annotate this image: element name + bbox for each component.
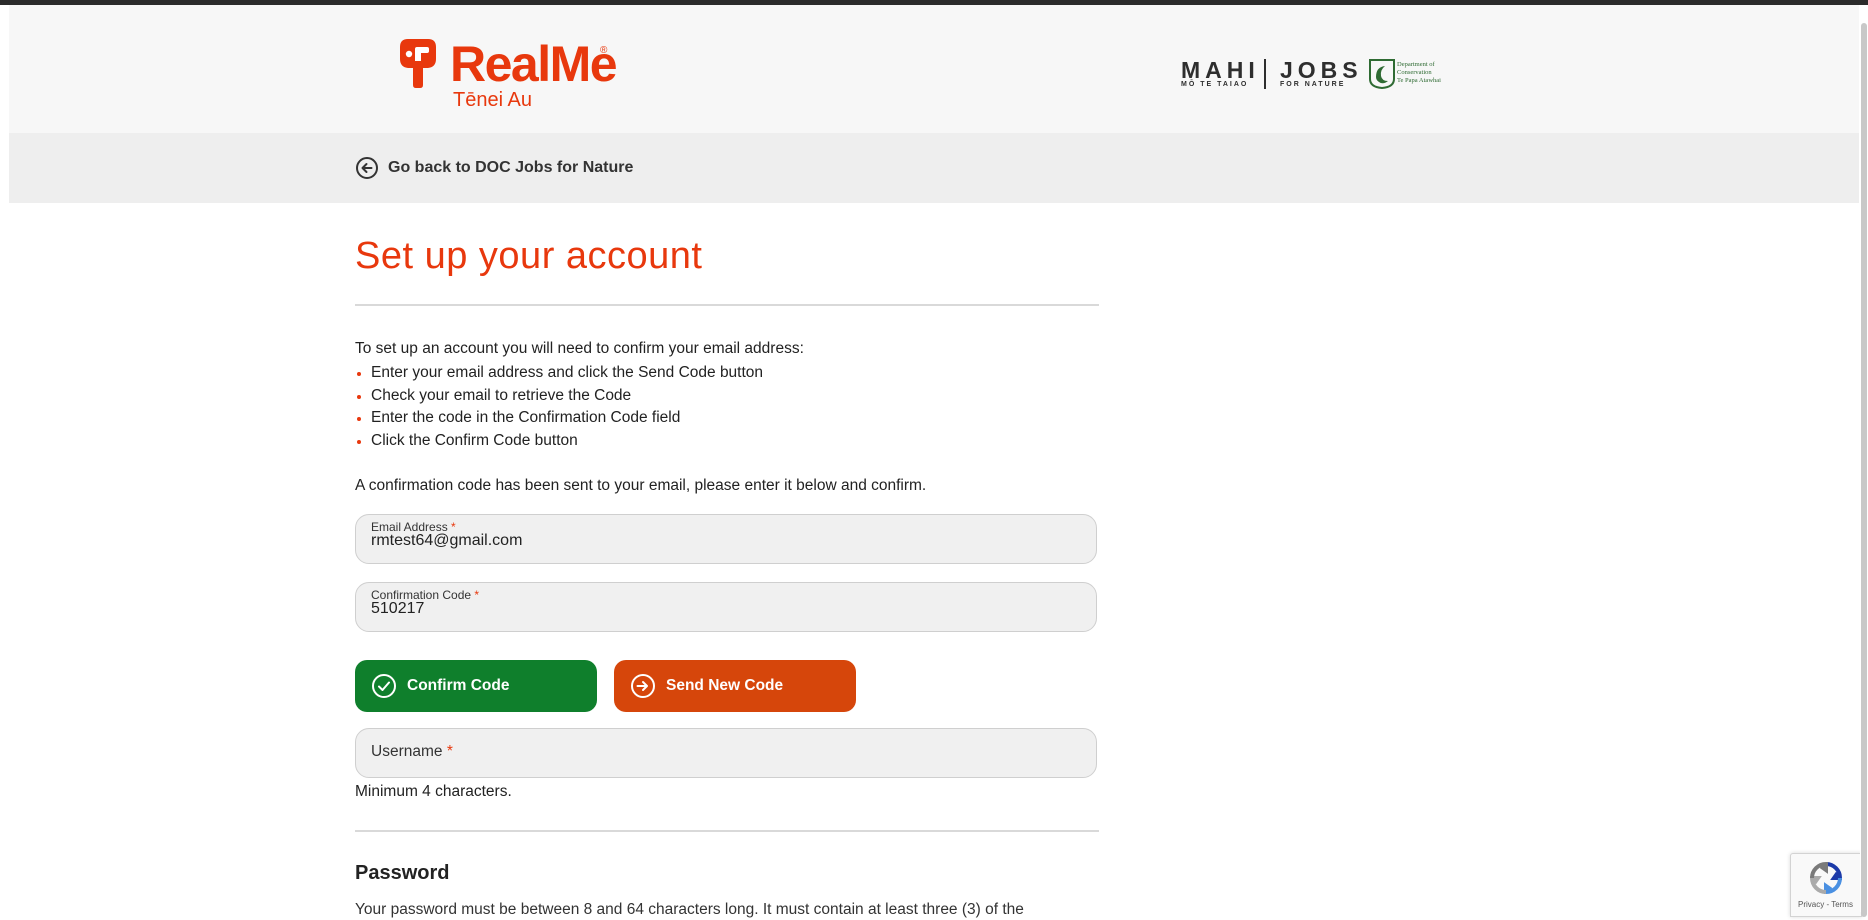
list-item: Enter the code in the Confirmation Code …	[355, 407, 763, 430]
scrollbar-track[interactable]	[1860, 5, 1868, 917]
back-navigation-bar: Go back to DOC Jobs for Nature	[9, 133, 1859, 203]
doc-line-2: Conservation	[1397, 69, 1432, 76]
recaptcha-badge[interactable]: Privacy - Terms	[1790, 853, 1862, 917]
step-text: Check your email to retrieve the Code	[371, 386, 632, 404]
send-new-code-button[interactable]: Send New Code	[614, 660, 856, 712]
recaptcha-icon	[1809, 861, 1843, 895]
bullet-icon	[357, 372, 361, 376]
partner-divider	[1264, 59, 1266, 89]
arrow-right-circle-icon	[631, 674, 655, 698]
username-hint: Minimum 4 characters.	[355, 783, 512, 800]
back-link[interactable]: Go back to DOC Jobs for Nature	[355, 156, 633, 180]
steps-list: Enter your email address and click the S…	[355, 362, 763, 452]
send-new-code-label: Send New Code	[666, 677, 784, 694]
username-label: Username *	[371, 743, 453, 761]
arrow-left-circle-icon	[356, 157, 378, 179]
bullet-icon	[357, 439, 361, 444]
realme-mark-icon	[400, 39, 436, 88]
step-text: Click the Confirm Code button	[371, 431, 578, 449]
step-text: Enter the code in the Confirmation Code …	[371, 409, 681, 426]
required-mark: *	[446, 743, 453, 760]
scrollbar-thumb[interactable]	[1861, 23, 1867, 917]
password-heading: Password	[355, 862, 450, 884]
code-sent-message: A confirmation code has been sent to you…	[355, 477, 927, 494]
realme-subtitle: Tēnei Au	[453, 89, 532, 111]
section-divider	[355, 830, 1099, 832]
page-title: Set up your account	[355, 235, 703, 277]
list-item: Check your email to retrieve the Code	[355, 385, 763, 408]
doc-line-1: Department of	[1397, 61, 1435, 68]
intro-text: To set up an account you will need to co…	[355, 340, 804, 357]
doc-emblem-icon	[1369, 59, 1395, 89]
password-description: Your password must be between 8 and 64 c…	[355, 901, 1024, 918]
jobs-wordmark: JOBS	[1280, 57, 1363, 83]
doc-name: Department of Conservation Te Papa Atawh…	[1397, 61, 1441, 85]
list-item: Click the Confirm Code button	[355, 430, 763, 453]
mahi-wordmark: MAHI	[1181, 57, 1260, 83]
site-header: RealMe ® Tēnei Au MAHI MŌ TE TAIAO JOBS …	[9, 5, 1859, 133]
confirm-code-label: Confirm Code	[407, 677, 510, 694]
account-setup-form: Set up your account To set up an account…	[355, 230, 1099, 918]
realme-logo[interactable]: RealMe ® Tēnei Au	[384, 33, 644, 123]
username-label-text: Username	[371, 743, 443, 760]
registered-mark: ®	[600, 45, 608, 56]
check-circle-icon	[372, 674, 396, 698]
bullet-icon	[357, 394, 361, 399]
username-field[interactable]: Username *	[355, 728, 1097, 778]
confirm-code-button[interactable]: Confirm Code	[355, 660, 597, 712]
back-link-label: Go back to DOC Jobs for Nature	[388, 159, 634, 176]
confirmation-code-input[interactable]	[371, 600, 1071, 618]
jobs-subtitle: FOR NATURE	[1280, 81, 1346, 88]
title-divider	[355, 304, 1099, 306]
mahi-subtitle: MŌ TE TAIAO	[1181, 81, 1249, 88]
recaptcha-links[interactable]: Privacy - Terms	[1798, 900, 1853, 909]
email-input[interactable]	[371, 532, 1071, 550]
confirmation-code-field[interactable]: Confirmation Code *	[355, 582, 1097, 632]
doc-line-3: Te Papa Atawhai	[1397, 77, 1441, 84]
doc-logo: Department of Conservation Te Papa Atawh…	[1369, 59, 1445, 89]
step-text: Enter your email address and click the S…	[371, 364, 764, 381]
bullet-icon	[357, 417, 361, 421]
list-item: Enter your email address and click the S…	[355, 362, 763, 385]
realme-wordmark: RealMe	[450, 36, 618, 92]
email-field[interactable]: Email Address *	[355, 514, 1097, 564]
